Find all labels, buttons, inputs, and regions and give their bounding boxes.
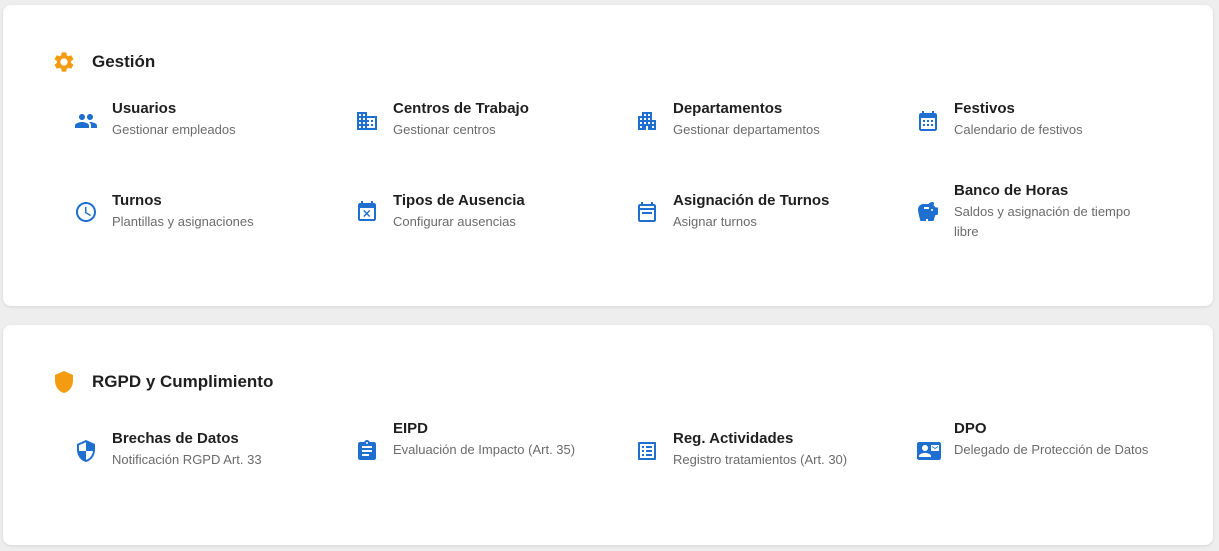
calendar-month-icon xyxy=(635,200,659,224)
menu-item-title: Brechas de Datos xyxy=(112,430,239,447)
list-alt-icon xyxy=(635,439,659,463)
menu-item-description: Configurar ausencias xyxy=(393,214,516,229)
piggy-bank-icon xyxy=(916,200,940,224)
menu-item-title: Departamentos xyxy=(673,100,783,117)
gear-icon xyxy=(52,50,76,74)
menu-item-title: Asignación de Turnos xyxy=(673,192,830,209)
menu-item-title: Reg. Actividades xyxy=(673,430,794,447)
building-icon xyxy=(355,109,379,133)
section-card-gestion: Gestión Usuarios Gestionar empleados Cen… xyxy=(3,5,1213,306)
clock-icon xyxy=(74,200,98,224)
people-icon xyxy=(74,109,98,133)
contact-mail-icon xyxy=(916,439,942,463)
menu-item-title: DPO xyxy=(954,420,987,437)
menu-item-description: Gestionar centros xyxy=(393,122,496,137)
menu-item-description: Notificación RGPD Art. 33 xyxy=(112,452,262,467)
menu-item-title: Banco de Horas xyxy=(954,182,1069,199)
section-title: RGPD y Cumplimiento xyxy=(92,372,274,391)
clipboard-icon xyxy=(355,439,379,463)
calendar-x-icon xyxy=(355,200,379,224)
office-building-icon xyxy=(635,109,659,133)
shield-icon xyxy=(52,370,76,394)
section-header: RGPD y Cumplimiento xyxy=(52,369,273,395)
menu-item-description: Gestionar departamentos xyxy=(673,122,820,137)
menu-item-description: Registro tratamientos (Art. 30) xyxy=(673,452,848,467)
menu-item-description: Evaluación de Impacto (Art. 35) xyxy=(393,442,576,457)
section-header: Gestión xyxy=(52,49,155,75)
menu-item-title: Festivos xyxy=(954,100,1015,117)
menu-item-title: Turnos xyxy=(112,192,162,209)
menu-item-description: Asignar turnos xyxy=(673,214,757,229)
calendar-icon xyxy=(916,109,940,133)
menu-item-description: Gestionar empleados xyxy=(112,122,236,137)
menu-item-description: Delegado de Protección de Datos xyxy=(954,442,1149,457)
menu-item-description: Calendario de festivos xyxy=(954,122,1083,137)
menu-item-title: Centros de Trabajo xyxy=(393,100,529,117)
menu-item-title: EIPD xyxy=(393,420,429,437)
shield-user-icon xyxy=(74,439,98,463)
section-title: Gestión xyxy=(92,52,156,71)
section-card-rgpd: RGPD y Cumplimiento Brechas de Datos Not… xyxy=(3,325,1213,545)
menu-item-title: Usuarios xyxy=(112,100,177,117)
menu-item-title: Tipos de Ausencia xyxy=(393,192,525,209)
menu-item-description: Saldos y asignación de tiempo libre xyxy=(954,204,1131,239)
menu-item-description: Plantillas y asignaciones xyxy=(112,214,254,229)
